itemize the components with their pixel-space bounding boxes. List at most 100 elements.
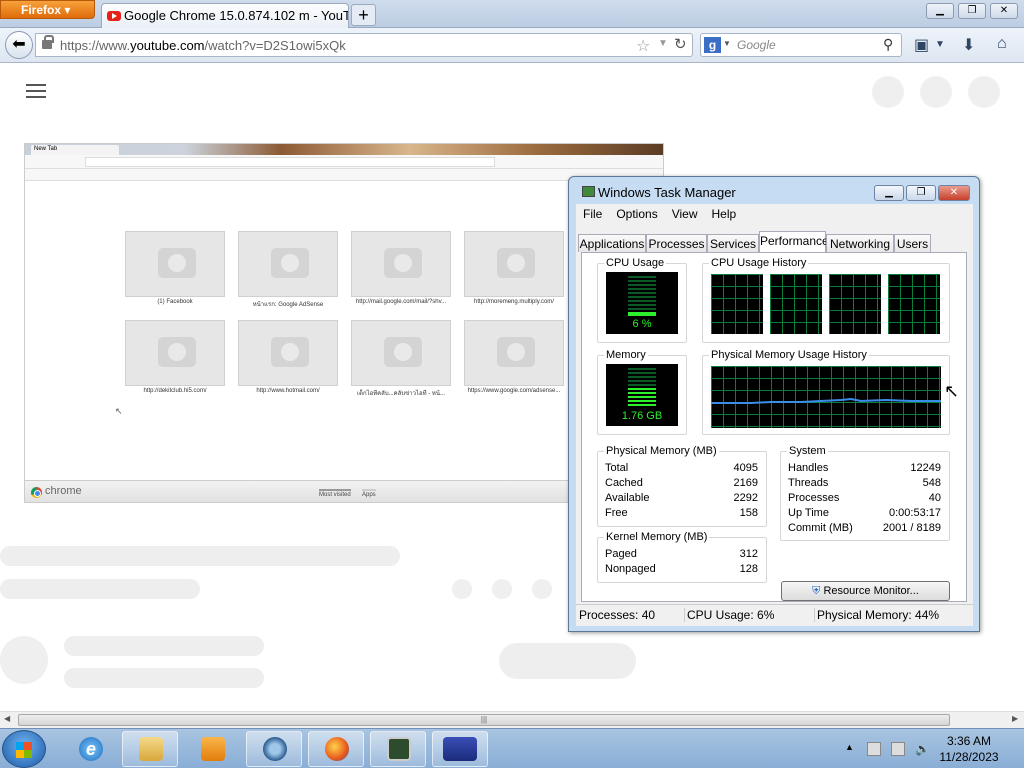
- home-icon[interactable]: ⌂: [997, 35, 1007, 53]
- tab-title: Google Chrome 15.0.874.102 m - YouTube: [124, 8, 349, 23]
- thumbnail: [464, 320, 564, 386]
- taskbar-media[interactable]: [184, 731, 240, 767]
- firefox-tab-bar: Firefox ▾ Google Chrome 15.0.874.102 m -…: [0, 0, 1024, 28]
- thumbnail: [464, 231, 564, 297]
- subscribe-placeholder: [499, 643, 636, 679]
- back-button[interactable]: ⬅: [5, 31, 33, 59]
- task-manager-window[interactable]: Windows Task Manager ▁ ❐ ✕ File Options Vi…: [568, 176, 980, 632]
- bookmark-star-icon[interactable]: ☆: [636, 36, 650, 56]
- start-button[interactable]: [2, 730, 46, 768]
- taskbar-explorer[interactable]: [122, 731, 178, 767]
- physical-memory-box: Physical Memory (MB) Total 4095 Cached 2169…: [597, 445, 767, 527]
- stat-label: Total: [605, 462, 629, 474]
- resource-monitor-button[interactable]: ⛨ Resource Monitor...: [781, 581, 950, 601]
- most-visited-tab: Most visited: [319, 489, 351, 498]
- search-engine-dropdown-icon[interactable]: ▼: [723, 39, 731, 48]
- taskbar-task-manager[interactable]: [370, 731, 426, 767]
- clock-time: 3:36 AM: [946, 734, 992, 748]
- memory-value: 1.76 GB: [621, 410, 663, 422]
- google-search-icon[interactable]: g: [704, 37, 721, 53]
- scroll-left-icon[interactable]: ◀: [4, 714, 10, 723]
- cpu-usage-meter: 6 %: [606, 272, 678, 334]
- tab-services[interactable]: Services: [707, 234, 759, 252]
- memory-history-line: [711, 397, 941, 404]
- action-placeholder: [452, 579, 472, 599]
- tab-processes[interactable]: Processes: [646, 234, 707, 252]
- tm-menu-help[interactable]: Help: [705, 204, 744, 224]
- stat-value: 4095: [733, 462, 758, 474]
- scroll-right-icon[interactable]: ▶: [1012, 714, 1018, 723]
- reload-icon[interactable]: ↻: [674, 35, 687, 53]
- action-center-icon[interactable]: [867, 742, 881, 756]
- network-icon[interactable]: [891, 742, 905, 756]
- firefox-menu-button[interactable]: Firefox ▾: [0, 0, 95, 19]
- task-manager-title-text: Windows Task Manager: [598, 185, 736, 200]
- thumbnail-label: http://dekitclub.hi5.com/: [143, 388, 207, 394]
- stat-value: 158: [739, 507, 758, 519]
- url-bar[interactable]: https://www.youtube.com/watch?v=D2S1owi5…: [35, 33, 693, 57]
- tray-expand-icon[interactable]: ▲: [845, 742, 859, 756]
- task-manager-icon: [582, 186, 595, 197]
- tm-status-bar: Processes: 40 CPU Usage: 6% Physical Mem…: [576, 604, 973, 626]
- camera-placeholder-icon: [384, 337, 422, 367]
- tab-applications[interactable]: Applications: [578, 234, 646, 252]
- tm-menu-view[interactable]: View: [665, 204, 705, 224]
- taskbar-clock[interactable]: 3:36 AM 11/28/2023: [933, 733, 1005, 765]
- tab-users[interactable]: Users: [894, 234, 931, 252]
- blue-window-icon: [443, 737, 477, 761]
- lock-icon: [42, 35, 54, 49]
- thumbnail-label: http://moremeng.multiply.com/: [474, 299, 554, 305]
- kernel-memory-title: Kernel Memory (MB): [604, 531, 710, 543]
- maximize-button[interactable]: ❐: [958, 3, 986, 19]
- media-player-icon: [201, 737, 225, 761]
- browser-tab-youtube[interactable]: Google Chrome 15.0.874.102 m - YouTube: [101, 3, 349, 28]
- taskbar-firefox[interactable]: [308, 731, 364, 767]
- stat-label: Handles: [788, 462, 829, 474]
- thumbnail: [351, 320, 451, 386]
- new-tab-button[interactable]: +: [351, 4, 376, 26]
- system-box: System Handles 12249 Threads 548 Processes 40…: [780, 445, 950, 541]
- thumbnail-label: http://www.hotmail.com/: [256, 388, 320, 394]
- close-button[interactable]: ✕: [990, 3, 1018, 19]
- tab-performance[interactable]: Performance: [759, 231, 829, 253]
- cpu-history-title: CPU Usage History: [709, 257, 809, 269]
- memory-title: Memory: [604, 349, 648, 361]
- tm-close-button[interactable]: ✕: [938, 185, 970, 201]
- scrollbar-thumb[interactable]: |||: [18, 714, 950, 726]
- minimize-button[interactable]: ▁: [926, 3, 954, 19]
- thumbnail: [238, 231, 338, 297]
- search-magnifier-icon[interactable]: ⚲: [883, 36, 893, 53]
- firefox-icon: [325, 737, 349, 761]
- tm-minimize-button[interactable]: ▁: [874, 185, 904, 201]
- taskbar-app[interactable]: [432, 731, 488, 767]
- stat-label: Threads: [788, 477, 829, 489]
- stat-value: 2001 / 8189: [882, 522, 941, 534]
- chrome-logo-icon: [31, 487, 42, 498]
- search-bar[interactable]: g ▼ Google ⚲: [700, 33, 902, 57]
- memory-history-title: Physical Memory Usage History: [709, 349, 869, 361]
- windows-logo-icon: [16, 742, 32, 758]
- volume-icon[interactable]: 🔈: [915, 742, 930, 756]
- url-path: /watch?v=D2S1owi5xQk: [204, 38, 346, 53]
- thumbnail-label: http://mail.google.com/mail/?shv...: [355, 299, 447, 305]
- taskbar-ie[interactable]: e: [62, 731, 118, 767]
- downloads-icon[interactable]: ⬇: [962, 35, 975, 55]
- stat-value: 2169: [733, 477, 758, 489]
- hamburger-menu-icon[interactable]: [26, 84, 46, 98]
- video-omnibox: [85, 157, 495, 167]
- tm-menu-options[interactable]: Options: [609, 204, 664, 224]
- bookmarks-icon[interactable]: ▣: [914, 35, 929, 55]
- back-arrow-icon: ⬅: [12, 36, 26, 53]
- tab-networking[interactable]: Networking: [826, 234, 894, 252]
- cpu-meter-bars: [628, 276, 656, 316]
- bookmarks-dropdown-icon[interactable]: ▼: [935, 39, 945, 50]
- status-cpu: CPU Usage: 6%: [684, 608, 774, 622]
- thumbnail-label: เด็กไอทีคลับ...คลับข่าวไอที - หน้...: [357, 391, 445, 397]
- thumbnail-label: หน้าแรก: Google AdSense: [252, 302, 324, 308]
- horizontal-scrollbar[interactable]: ◀ ||| ▶: [0, 711, 1024, 728]
- tm-maximize-button[interactable]: ❐: [906, 185, 936, 201]
- title-placeholder: [0, 546, 400, 566]
- taskbar-chrome[interactable]: [246, 731, 302, 767]
- tm-menu-file[interactable]: File: [576, 204, 609, 224]
- history-dropdown-icon[interactable]: ▼: [658, 38, 668, 49]
